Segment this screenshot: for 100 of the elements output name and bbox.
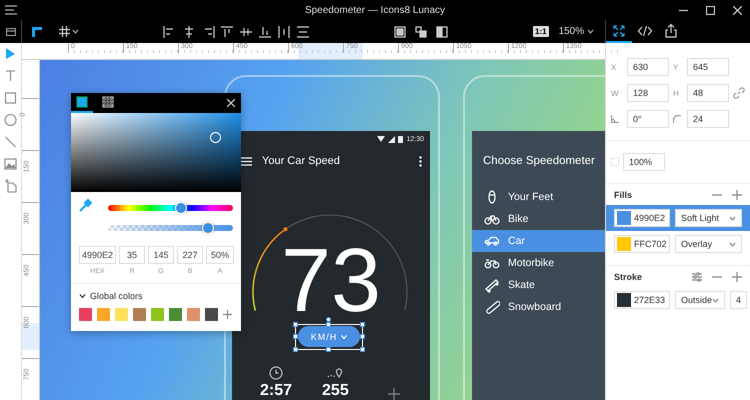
subtract-icon[interactable] bbox=[415, 26, 427, 38]
stat-value: 255 bbox=[322, 382, 349, 400]
color-field[interactable] bbox=[71, 113, 241, 192]
fill-color-field[interactable]: 4990E2 bbox=[614, 209, 670, 227]
slider-thumb[interactable] bbox=[174, 202, 186, 214]
resize-handle[interactable] bbox=[326, 347, 331, 352]
color-swatch[interactable] bbox=[205, 308, 218, 321]
drawer-item[interactable]: Skate bbox=[472, 274, 605, 296]
checker-square-icon bbox=[102, 96, 114, 108]
stat-value: 2:57 bbox=[260, 382, 292, 400]
union-icon[interactable] bbox=[394, 26, 406, 38]
stroke-color-field[interactable]: 272E33 bbox=[614, 291, 670, 309]
color-swatch[interactable] bbox=[97, 308, 110, 321]
caret-icon bbox=[712, 298, 720, 302]
drawer-title: Choose Speedometer bbox=[483, 155, 595, 167]
slider-thumb[interactable] bbox=[202, 222, 214, 234]
align-center-icon[interactable] bbox=[182, 26, 196, 38]
caret-icon bbox=[729, 242, 736, 246]
plus-icon[interactable] bbox=[732, 190, 742, 200]
resize-handle[interactable] bbox=[293, 347, 298, 352]
property-field[interactable]: 48 bbox=[687, 84, 729, 102]
fill-color-field[interactable]: FFC702 bbox=[614, 235, 670, 253]
drawer-item[interactable]: Your Feet bbox=[472, 186, 605, 208]
property-field[interactable]: 630 bbox=[627, 58, 669, 76]
property-field[interactable]: 24 bbox=[687, 110, 729, 128]
maximize-icon[interactable] bbox=[706, 6, 715, 14]
stroke-width-field[interactable]: 4 bbox=[730, 291, 748, 309]
image-icon[interactable] bbox=[3, 156, 18, 171]
color-swatch[interactable] bbox=[115, 308, 128, 321]
plus-icon[interactable] bbox=[732, 272, 742, 282]
plus-icon[interactable] bbox=[388, 388, 400, 400]
resize-handle[interactable] bbox=[360, 334, 365, 339]
mask-icon[interactable] bbox=[436, 26, 448, 38]
distribute-vertical-icon[interactable] bbox=[296, 26, 310, 38]
caret-icon bbox=[587, 29, 594, 34]
stroke-position-dropdown[interactable]: Outside bbox=[675, 291, 726, 309]
artboard-icon[interactable] bbox=[3, 178, 18, 193]
property-field[interactable]: 0° bbox=[627, 110, 669, 128]
close-icon[interactable] bbox=[733, 6, 742, 14]
blend-mode-dropdown[interactable]: Soft Light bbox=[675, 209, 742, 227]
color-value-field[interactable]: 4990E2 bbox=[79, 246, 116, 264]
sidebar-icon[interactable] bbox=[6, 28, 16, 36]
property-field[interactable]: 128 bbox=[627, 84, 669, 102]
color-value-field[interactable]: 227 bbox=[177, 246, 203, 264]
more-icon[interactable] bbox=[419, 156, 422, 166]
rectangle-icon[interactable] bbox=[3, 90, 18, 105]
color-swatch[interactable] bbox=[169, 308, 182, 321]
hue-slider[interactable] bbox=[108, 205, 233, 211]
color-value-field[interactable]: 145 bbox=[148, 246, 174, 264]
global-colors-toggle[interactable]: Global colors bbox=[79, 291, 143, 301]
resize-handle[interactable] bbox=[293, 334, 298, 339]
opacity-field[interactable]: 100% bbox=[623, 153, 665, 171]
actual-size-button[interactable]: 1:1 bbox=[533, 26, 549, 37]
corner-icon[interactable] bbox=[31, 26, 43, 38]
drawer-item[interactable]: Bike bbox=[472, 208, 605, 230]
color-value-field[interactable]: 35 bbox=[119, 246, 145, 264]
align-bottom-icon[interactable] bbox=[258, 26, 272, 38]
color-swatch[interactable] bbox=[79, 308, 92, 321]
color-value-field[interactable]: 50% bbox=[206, 246, 234, 264]
drawer-item[interactable]: Motorbike bbox=[472, 252, 605, 274]
section-title: Stroke bbox=[614, 272, 644, 282]
property-field[interactable]: 645 bbox=[687, 58, 729, 76]
zoom-dropdown[interactable]: 150% bbox=[558, 26, 594, 37]
oval-icon[interactable] bbox=[3, 112, 18, 127]
align-top-icon[interactable] bbox=[220, 26, 234, 38]
opacity-icon bbox=[611, 158, 619, 166]
corner-radius-icon bbox=[673, 115, 681, 123]
color-square-icon bbox=[76, 96, 88, 108]
resize-handle[interactable] bbox=[360, 347, 365, 352]
caret-icon bbox=[341, 334, 348, 338]
text-icon[interactable] bbox=[3, 68, 18, 83]
plus-icon[interactable] bbox=[223, 310, 232, 319]
eyedropper-icon[interactable] bbox=[79, 199, 92, 212]
battery-icon bbox=[398, 135, 404, 143]
close-icon[interactable] bbox=[227, 99, 235, 107]
blend-mode-dropdown[interactable]: Overlay bbox=[675, 235, 742, 253]
grid-icon[interactable] bbox=[59, 26, 70, 37]
snowboard-icon bbox=[484, 299, 500, 315]
resize-handle[interactable] bbox=[293, 322, 298, 327]
fill-row[interactable]: FFC702 Overlay bbox=[606, 231, 750, 257]
color-swatch[interactable] bbox=[133, 308, 146, 321]
link-icon[interactable] bbox=[733, 87, 745, 99]
resize-handle[interactable] bbox=[360, 322, 365, 327]
sliders-icon[interactable] bbox=[692, 272, 702, 282]
align-middle-icon[interactable] bbox=[239, 26, 253, 38]
angle-icon bbox=[611, 115, 619, 123]
drawer-item[interactable]: Snowboard bbox=[472, 296, 605, 318]
caret-icon bbox=[729, 216, 736, 220]
opacity-slider[interactable] bbox=[108, 225, 233, 231]
line-icon[interactable] bbox=[3, 134, 18, 149]
app-title: Your Car Speed bbox=[262, 155, 341, 167]
caret-icon bbox=[72, 29, 79, 34]
menu-icon[interactable] bbox=[5, 5, 17, 15]
fill-row[interactable]: 4990E2 Soft Light bbox=[606, 205, 750, 231]
color-swatch[interactable] bbox=[187, 308, 200, 321]
field-label: X bbox=[611, 62, 618, 72]
distribute-horizontal-icon[interactable] bbox=[277, 26, 291, 38]
signal-icon bbox=[388, 136, 396, 142]
color-swatch[interactable] bbox=[151, 308, 164, 321]
field-label: H bbox=[673, 88, 680, 98]
